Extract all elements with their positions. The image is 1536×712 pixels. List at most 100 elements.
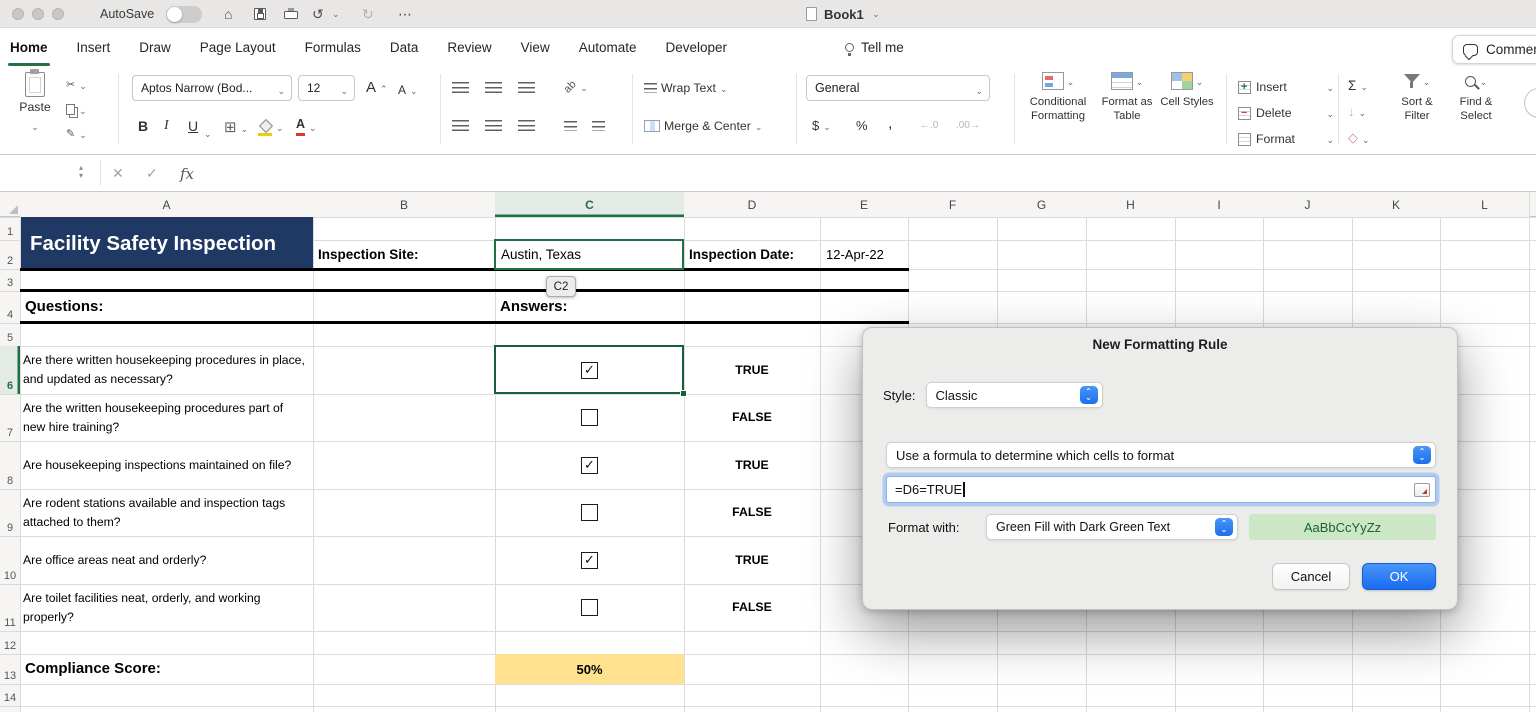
font-name-select[interactable]: Aptos Narrow (Bod... bbox=[132, 75, 292, 101]
tab-home[interactable]: Home bbox=[10, 28, 48, 66]
answer-checkbox[interactable]: ✓ bbox=[581, 457, 598, 474]
fill-handle[interactable] bbox=[680, 390, 687, 397]
inspection-date-value[interactable]: 12-Apr-22 bbox=[826, 240, 884, 269]
analyze-data-icon[interactable] bbox=[1524, 88, 1536, 118]
tab-insert[interactable]: Insert bbox=[77, 28, 111, 66]
chevron-down-icon[interactable] bbox=[204, 124, 212, 142]
chevron-down-icon bbox=[309, 119, 317, 134]
currency-format-button[interactable]: $ bbox=[812, 118, 831, 133]
chevron-down-icon bbox=[755, 118, 763, 133]
compliance-score-label[interactable]: Compliance Score: bbox=[25, 654, 161, 684]
autosum-button[interactable]: Σ bbox=[1348, 78, 1368, 93]
confirm-entry-icon[interactable]: ✓ bbox=[146, 155, 158, 192]
range-selector-icon[interactable] bbox=[1414, 483, 1430, 497]
align-right-icon[interactable] bbox=[518, 120, 535, 132]
decrease-indent-icon[interactable] bbox=[564, 121, 577, 131]
rule-type-select[interactable]: Use a formula to determine which cells t… bbox=[886, 442, 1436, 468]
ok-button[interactable]: OK bbox=[1362, 563, 1436, 590]
wrap-text-button[interactable]: Wrap Text bbox=[644, 80, 727, 95]
print-icon[interactable] bbox=[284, 11, 298, 19]
cancel-button[interactable]: Cancel bbox=[1272, 563, 1350, 590]
questions-header[interactable]: Questions: bbox=[25, 292, 103, 321]
borders-button[interactable]: ⊞ bbox=[224, 118, 248, 136]
style-select[interactable]: Classic ⌃⌄ bbox=[926, 382, 1103, 408]
formula-input[interactable]: =D6=TRUE bbox=[886, 476, 1436, 503]
answer-checkbox[interactable] bbox=[581, 504, 598, 521]
more-commands-icon[interactable]: ⋯ bbox=[398, 0, 412, 28]
document-title[interactable]: Book1 bbox=[824, 0, 864, 28]
name-box-stepper-icon[interactable]: ▴▾ bbox=[79, 164, 83, 180]
zoom-window-button[interactable] bbox=[52, 8, 64, 20]
underline-button[interactable]: U bbox=[188, 118, 198, 134]
home-icon[interactable]: ⌂ bbox=[224, 0, 232, 28]
tab-developer[interactable]: Developer bbox=[666, 28, 728, 66]
inspection-site-label[interactable]: Inspection Site: bbox=[318, 240, 419, 269]
align-top-icon[interactable] bbox=[452, 82, 469, 94]
number-format-select[interactable]: General bbox=[806, 75, 990, 101]
format-cells-button[interactable]: Format bbox=[1238, 130, 1334, 148]
orientation-button[interactable]: ab bbox=[564, 79, 588, 94]
autosave-toggle[interactable] bbox=[166, 6, 202, 23]
font-size-select[interactable]: 12 bbox=[298, 75, 355, 101]
inspection-date-label[interactable]: Inspection Date: bbox=[689, 240, 794, 269]
italic-button[interactable]: I bbox=[164, 118, 169, 134]
increase-indent-icon[interactable] bbox=[592, 121, 605, 131]
answer-checkbox[interactable] bbox=[581, 409, 598, 426]
increase-decimal-button[interactable]: ←.0 bbox=[920, 120, 938, 131]
tab-page-layout[interactable]: Page Layout bbox=[200, 28, 276, 66]
cell-styles-button[interactable]: Cell Styles bbox=[1158, 72, 1216, 109]
tab-review[interactable]: Review bbox=[447, 28, 491, 66]
align-bottom-icon[interactable] bbox=[518, 82, 535, 94]
fill-button[interactable]: ↓ bbox=[1348, 104, 1366, 119]
redo-icon[interactable]: ↻ bbox=[362, 0, 374, 28]
close-window-button[interactable] bbox=[12, 8, 24, 20]
bold-icon: B bbox=[138, 118, 148, 134]
format-painter-button[interactable]: ✎ bbox=[66, 126, 87, 141]
save-icon[interactable] bbox=[254, 8, 266, 20]
answer-checkbox[interactable]: ✓ bbox=[581, 552, 598, 569]
comments-button[interactable]: Comments bbox=[1452, 35, 1536, 64]
insert-function-icon[interactable]: fx bbox=[180, 155, 194, 192]
conditional-formatting-button[interactable]: Conditional Formatting bbox=[1022, 72, 1094, 123]
delete-cells-button[interactable]: Delete bbox=[1238, 104, 1334, 122]
compliance-score-value[interactable]: 50% bbox=[495, 654, 684, 684]
find-select-button[interactable]: Find & Select bbox=[1448, 72, 1504, 123]
font-color-button[interactable]: A bbox=[296, 118, 317, 136]
answer-checkbox[interactable] bbox=[581, 599, 598, 616]
decrease-font-size-button[interactable]: A bbox=[398, 82, 418, 97]
title-cell[interactable]: Facility Safety Inspection bbox=[21, 217, 313, 270]
paste-button[interactable]: Paste bbox=[12, 72, 58, 135]
tab-automate[interactable]: Automate bbox=[579, 28, 637, 66]
selected-cell-c2[interactable]: Austin, Texas bbox=[494, 239, 684, 270]
clear-button[interactable]: ◇ bbox=[1348, 130, 1370, 146]
title-chevron-icon[interactable]: ⌄ bbox=[872, 0, 880, 28]
tell-me-button[interactable]: Tell me bbox=[845, 28, 904, 66]
sort-filter-button[interactable]: Sort & Filter bbox=[1390, 72, 1444, 123]
tab-view[interactable]: View bbox=[521, 28, 550, 66]
comma-format-button[interactable]: , bbox=[888, 115, 892, 133]
insert-cells-button[interactable]: Insert bbox=[1238, 78, 1334, 96]
copy-button[interactable] bbox=[66, 102, 87, 117]
bold-button[interactable]: B bbox=[138, 118, 148, 134]
tab-data[interactable]: Data bbox=[390, 28, 419, 66]
fill-color-button[interactable] bbox=[258, 119, 284, 134]
minimize-window-button[interactable] bbox=[32, 8, 44, 20]
undo-icon[interactable]: ↺ bbox=[312, 0, 324, 28]
format-with-select[interactable]: Green Fill with Dark Green Text ⌃⌄ bbox=[986, 514, 1238, 540]
cut-button[interactable]: ✂ bbox=[66, 77, 87, 92]
percent-format-button[interactable]: % bbox=[856, 118, 868, 133]
tab-formulas[interactable]: Formulas bbox=[305, 28, 361, 66]
insert-label: Insert bbox=[1256, 80, 1321, 94]
tab-draw[interactable]: Draw bbox=[139, 28, 171, 66]
format-as-table-button[interactable]: Format as Table bbox=[1096, 72, 1158, 123]
dialog-title[interactable]: New Formatting Rule bbox=[863, 337, 1457, 352]
merge-center-button[interactable]: Merge & Center bbox=[644, 118, 762, 133]
undo-chevron-icon[interactable]: ⌄ bbox=[332, 0, 340, 28]
align-middle-icon[interactable] bbox=[485, 82, 502, 94]
align-center-icon[interactable] bbox=[485, 120, 502, 132]
increase-font-size-button[interactable]: A bbox=[366, 79, 388, 96]
decrease-decimal-button[interactable]: .00→ bbox=[956, 120, 980, 131]
align-left-icon[interactable] bbox=[452, 120, 469, 132]
active-cell-c6-selection[interactable] bbox=[494, 345, 684, 394]
cancel-entry-icon[interactable]: ✕ bbox=[112, 155, 124, 192]
